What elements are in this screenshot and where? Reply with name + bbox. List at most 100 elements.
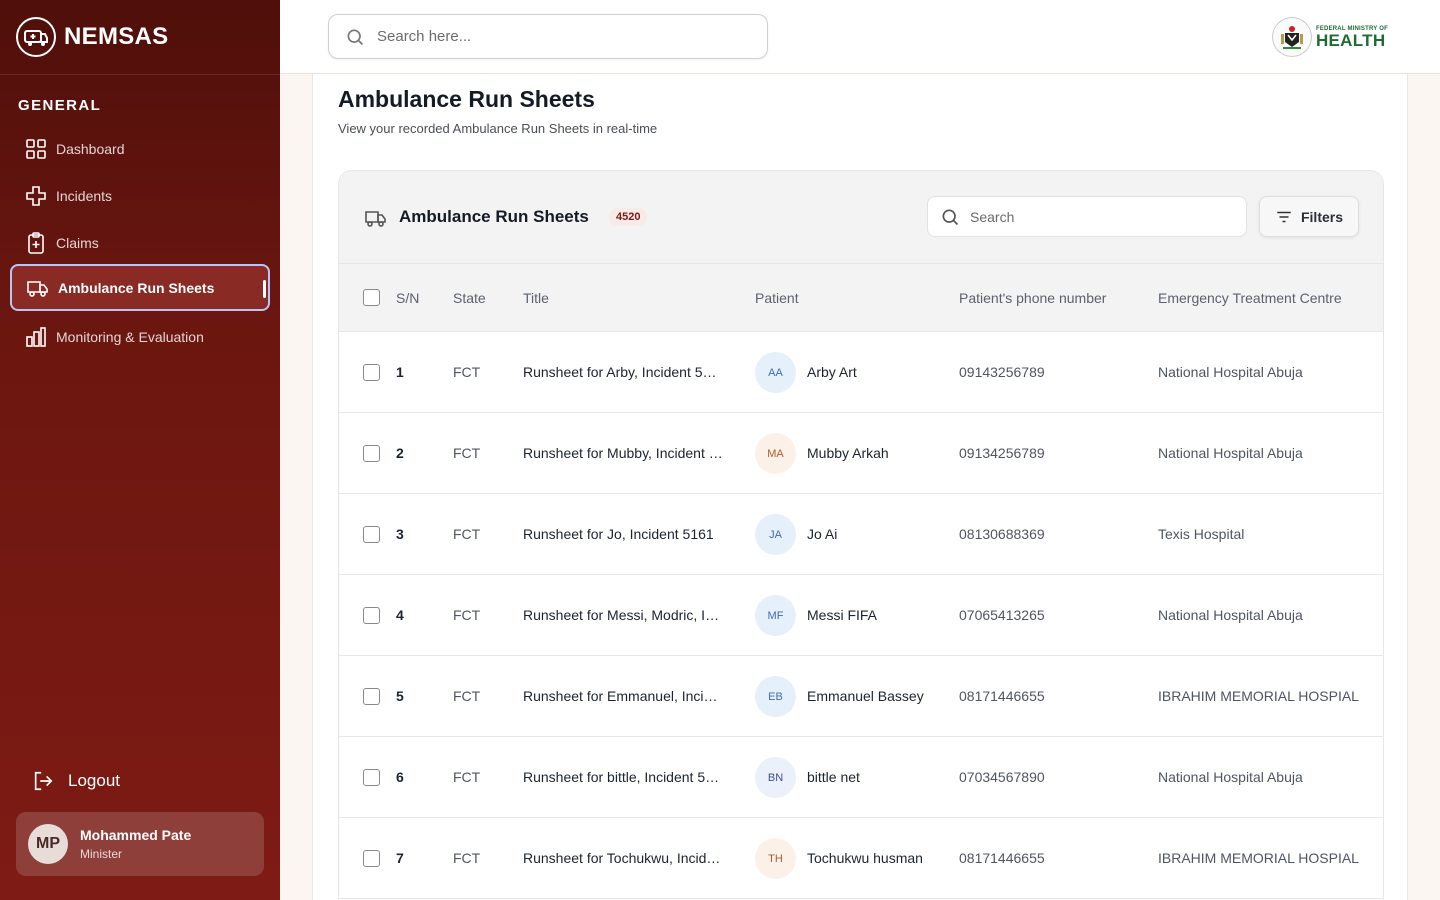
- user-card[interactable]: MP Mohammed Pate Minister: [16, 812, 264, 876]
- cell-sn: 6: [396, 769, 404, 785]
- column-header-sn[interactable]: S/N: [396, 290, 419, 306]
- patient-avatar: MF: [755, 595, 796, 636]
- cell-patient-name: Tochukwu husman: [807, 850, 923, 866]
- search-icon: [942, 209, 959, 225]
- table-row[interactable]: 2 FCT Runsheet for Mubby, Incident 5161 MA M…: [339, 413, 1383, 494]
- card-title: Ambulance Run Sheets: [399, 207, 589, 226]
- user-info: Mohammed Pate Minister: [80, 827, 191, 861]
- sidebar-item-label: Incidents: [56, 187, 113, 204]
- filters-button[interactable]: Filters: [1259, 196, 1359, 237]
- cell-state: FCT: [453, 526, 481, 542]
- logout-label: Logout: [68, 771, 120, 790]
- cell-sn: 7: [396, 850, 404, 866]
- brand-name: NEMSAS: [64, 23, 169, 50]
- cell-phone: 07065413265: [959, 607, 1045, 623]
- section-title-general: GENERAL: [18, 97, 102, 114]
- sidebar-item-label: Ambulance Run Sheets: [58, 279, 215, 296]
- table-row[interactable]: 4 FCT Runsheet for Messi, Modric, Incident…: [339, 575, 1383, 656]
- sidebar-item-dashboard[interactable]: Dashboard: [10, 125, 270, 172]
- bar-chart-icon: [26, 326, 46, 347]
- cell-state: FCT: [453, 607, 481, 623]
- sidebar-item-claims[interactable]: Claims: [10, 219, 270, 266]
- table-row[interactable]: 1 FCT Runsheet for Arby, Incident 5161 AA Ar…: [339, 332, 1383, 413]
- run-sheets-card: Ambulance Run Sheets 4520 Filters S/N St…: [338, 170, 1384, 900]
- cell-phone: 09143256789: [959, 364, 1045, 380]
- column-header-state[interactable]: State: [453, 290, 486, 306]
- cell-patient-name: Jo Ai: [807, 526, 838, 542]
- cell-sn: 1: [396, 364, 404, 380]
- cell-centre: National Hospital Abuja: [1158, 445, 1303, 461]
- table-row[interactable]: 5 FCT Runsheet for Emmanuel, Incident 5161…: [339, 656, 1383, 737]
- clipboard-plus-icon: [28, 231, 44, 254]
- cell-sn: 2: [396, 445, 404, 461]
- sidebar-item-ambulance-run-sheets[interactable]: Ambulance Run Sheets: [10, 264, 270, 311]
- column-header-phone[interactable]: Patient's phone number: [959, 290, 1106, 306]
- coat-of-arms-icon: [1271, 17, 1312, 57]
- cell-centre: IBRAHIM MEMORIAL HOSPIAL: [1158, 850, 1359, 866]
- cell-centre: Texis Hospital: [1158, 526, 1245, 542]
- nemsas-logo-icon: [16, 17, 56, 57]
- row-checkbox[interactable]: [363, 769, 380, 786]
- cell-phone: 08171446655: [959, 850, 1045, 866]
- cell-title[interactable]: Runsheet for Emmanuel, Incident 5161: [523, 688, 723, 704]
- cell-title[interactable]: Runsheet for Mubby, Incident 5161: [523, 445, 723, 461]
- row-checkbox[interactable]: [363, 607, 380, 624]
- row-checkbox[interactable]: [363, 364, 380, 381]
- select-all-checkbox[interactable]: [363, 289, 380, 306]
- patient-avatar: JA: [755, 514, 796, 555]
- patient-avatar: AA: [755, 352, 796, 393]
- patient-avatar: EB: [755, 676, 796, 717]
- cell-sn: 4: [396, 607, 404, 623]
- column-header-patient[interactable]: Patient: [755, 290, 799, 306]
- row-checkbox[interactable]: [363, 526, 380, 543]
- cell-sn: 5: [396, 688, 404, 704]
- row-checkbox[interactable]: [363, 850, 380, 867]
- cell-patient-name: bittle net: [807, 769, 860, 785]
- cell-patient-name: Arby Art: [807, 364, 857, 380]
- sidebar-item-label: Dashboard: [56, 140, 125, 157]
- table-row[interactable]: 7 FCT Runsheet for Tochukwu, Incident 5161…: [339, 818, 1383, 899]
- cell-title[interactable]: Runsheet for Arby, Incident 5161: [523, 364, 723, 380]
- ambulance-icon: [27, 280, 48, 297]
- table-row[interactable]: 3 FCT Runsheet for Jo, Incident 5161 JA Jo A…: [339, 494, 1383, 575]
- cell-title[interactable]: Runsheet for Messi, Modric, Incident 516…: [523, 607, 723, 623]
- ministry-logo: FEDERAL MINISTRY OF HEALTH: [1271, 17, 1388, 57]
- patient-avatar: TH: [755, 838, 796, 879]
- user-name: Mohammed Pate: [80, 827, 192, 843]
- column-header-centre[interactable]: Emergency Treatment Centre: [1158, 290, 1342, 306]
- logout-button[interactable]: Logout: [32, 770, 120, 792]
- cell-title[interactable]: Runsheet for Tochukwu, Incident 5161: [523, 850, 723, 866]
- row-checkbox[interactable]: [363, 445, 380, 462]
- cell-patient-name: Emmanuel Bassey: [807, 688, 924, 704]
- column-header-title[interactable]: Title: [523, 290, 549, 306]
- table-row[interactable]: 6 FCT Runsheet for bittle, Incident 5161 BN…: [339, 737, 1383, 818]
- count-badge: 4520: [609, 208, 648, 226]
- table-header: S/N State Title Patient Patient's phone …: [339, 263, 1383, 332]
- cell-patient-name: Mubby Arkah: [807, 445, 889, 461]
- cell-centre: National Hospital Abuja: [1158, 607, 1303, 623]
- sidebar-item-incidents[interactable]: Incidents: [10, 172, 270, 219]
- global-search[interactable]: [328, 14, 768, 59]
- filters-label: Filters: [1300, 208, 1343, 225]
- row-checkbox[interactable]: [363, 688, 380, 705]
- page-title: Ambulance Run Sheets: [338, 86, 595, 112]
- cell-title[interactable]: Runsheet for Jo, Incident 5161: [523, 526, 723, 542]
- global-search-input[interactable]: [377, 28, 737, 45]
- cell-state: FCT: [453, 688, 481, 704]
- patient-avatar: BN: [755, 757, 796, 798]
- table-search-input[interactable]: [970, 208, 1230, 225]
- sidebar-item-monitoring-evaluation[interactable]: Monitoring & Evaluation: [10, 313, 270, 360]
- cell-phone: 08130688369: [959, 526, 1045, 542]
- cell-centre: National Hospital Abuja: [1158, 769, 1303, 785]
- cell-centre: National Hospital Abuja: [1158, 364, 1303, 380]
- filter-icon: [1277, 211, 1291, 222]
- brand[interactable]: NEMSAS: [0, 0, 280, 75]
- cell-title[interactable]: Runsheet for bittle, Incident 5161: [523, 769, 723, 785]
- topbar: FEDERAL MINISTRY OF HEALTH: [280, 0, 1440, 74]
- sidebar-item-label: Claims: [56, 234, 99, 251]
- user-role: Minister: [80, 847, 123, 861]
- cell-state: FCT: [453, 769, 481, 785]
- table-search[interactable]: [927, 196, 1247, 237]
- logout-icon: [34, 771, 53, 791]
- sidebar: NEMSAS GENERAL Dashboard Incidents Claim…: [0, 0, 280, 900]
